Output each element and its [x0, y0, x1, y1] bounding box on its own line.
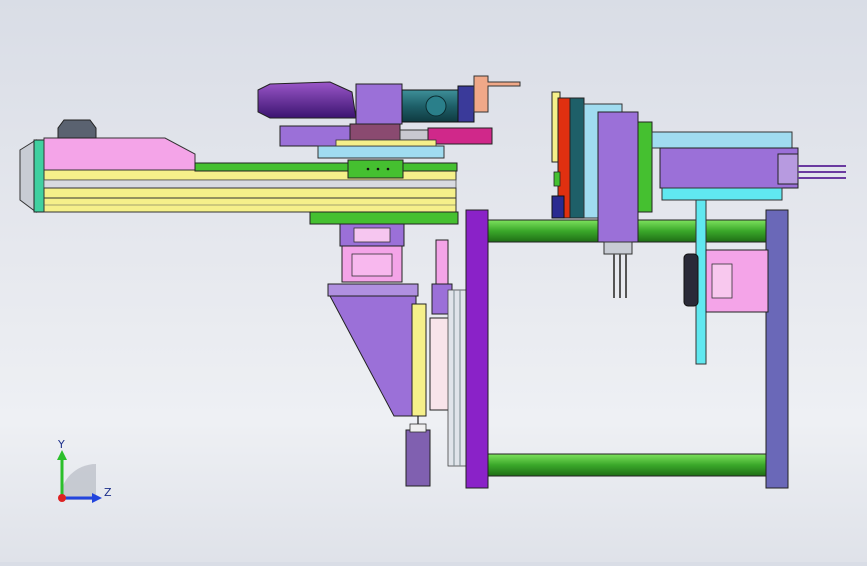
coordinate-triad: Y Z: [57, 438, 112, 503]
connector-navy: [551, 195, 565, 219]
base-plate-lightblue: [317, 145, 445, 159]
guide-bar-yellow: [411, 303, 427, 417]
top-strip-green: [194, 162, 458, 172]
gearbox-purple: [355, 83, 403, 125]
slide-rail: [447, 289, 467, 467]
cylinder-magenta[interactable]: [427, 127, 493, 145]
handle-knob: [57, 119, 97, 139]
side-motor-purple[interactable]: [659, 147, 799, 189]
frame-post-left[interactable]: [465, 209, 489, 489]
small-cylinder-pink[interactable]: [435, 239, 449, 285]
z-axis-label: Z: [104, 486, 112, 499]
hopper-rim: [327, 283, 419, 297]
bottom-actuator-purple[interactable]: [405, 429, 431, 487]
top-plate-lightblue: [651, 131, 793, 149]
hopper-funnel[interactable]: [329, 295, 417, 417]
bottom-plate-green: [309, 211, 459, 225]
motor-end-cap-navy: [457, 85, 475, 123]
bracket-salmon: [473, 75, 521, 113]
cad-viewport[interactable]: Y Z: [0, 0, 867, 562]
end-plate-green: [33, 139, 45, 213]
carriage-pink[interactable]: [43, 137, 196, 171]
guide-rod-bottom[interactable]: [487, 453, 767, 477]
column-purple[interactable]: [597, 111, 639, 243]
frame-post-right[interactable]: [765, 209, 789, 489]
sensor-black: [683, 253, 699, 307]
top-motor-assembly[interactable]: [257, 75, 521, 159]
vertical-module-center[interactable]: [327, 223, 467, 487]
rail-groove: [43, 179, 457, 189]
plate-teal: [569, 97, 585, 219]
motor-housing-purple[interactable]: [257, 81, 357, 119]
assembly-drawing[interactable]: Y Z: [0, 0, 867, 562]
cross-bar-cyan: [661, 187, 783, 201]
slider-block-green[interactable]: [347, 159, 404, 179]
rail-mid: [43, 187, 457, 199]
y-axis-label: Y: [57, 438, 65, 451]
plate-green: [637, 121, 653, 213]
